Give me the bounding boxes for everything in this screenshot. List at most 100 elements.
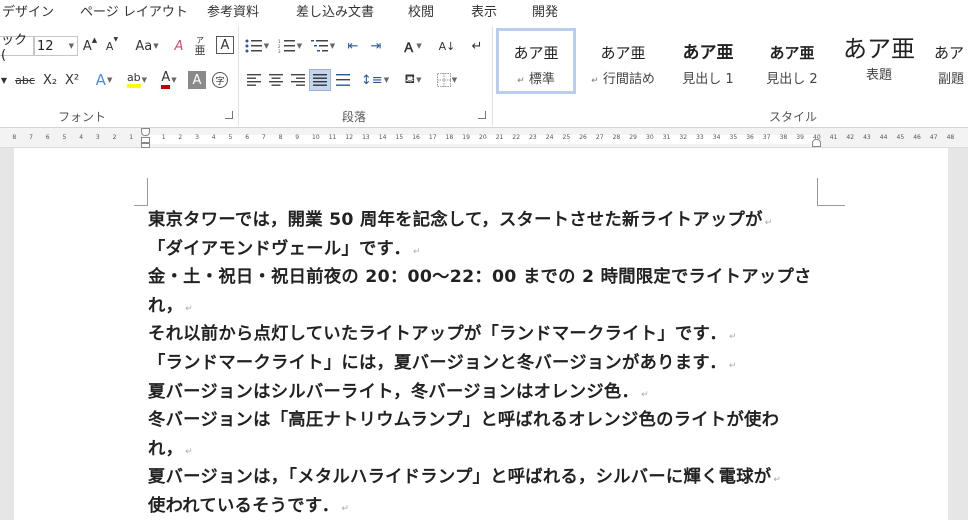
- align-left-button[interactable]: [244, 70, 264, 90]
- ruler-tick-label: 7: [261, 134, 266, 141]
- font-color-button[interactable]: A ▼: [155, 70, 183, 90]
- style-name: 行間詰め: [602, 72, 655, 87]
- ruler-tick-label: 7: [29, 134, 33, 141]
- tab-review[interactable]: 校閲: [408, 1, 434, 20]
- ruler-tick-label: 16: [412, 134, 420, 141]
- ruler-tick-label: 5: [62, 134, 67, 141]
- increase-indent-button[interactable]: ⇥: [366, 36, 386, 56]
- document-line[interactable]: 東京タワーでは，開業 50 周年を記念して，スタートさせた新ライトアップが ↵: [148, 206, 828, 235]
- line-text: 冬バージョンは「高圧ナトリウムランプ」と呼ばれるオレンジ色のライトが使わ: [148, 410, 780, 431]
- justify-button[interactable]: [309, 69, 331, 91]
- horizontal-ruler[interactable]: 8 7 6 5 4 3 2 1 1 2 3 4 5 6 7 8 9 10 11 12 13 14 15 16 17 18 19 20 2…: [0, 128, 968, 148]
- tab-references[interactable]: 参考資料: [207, 1, 259, 20]
- document-line[interactable]: 冬バージョンは「高圧ナトリウムランプ」と呼ばれるオレンジ色のライトが使わ: [148, 406, 828, 435]
- justify-icon: [313, 74, 327, 86]
- tab-mailings[interactable]: 差し込み文書: [296, 1, 374, 20]
- subscript-button[interactable]: X₂: [40, 70, 60, 90]
- styles-group-label: スタイル: [769, 110, 818, 124]
- tab-view[interactable]: 表示: [471, 1, 497, 20]
- ruler-tick-label: 11: [328, 134, 337, 141]
- crop-mark-top-right: [817, 178, 845, 206]
- paragraph-dialog-launcher-icon[interactable]: [478, 111, 486, 119]
- tab-developer[interactable]: 開発: [532, 1, 558, 20]
- character-border-button[interactable]: A: [216, 36, 234, 54]
- svg-text:3: 3: [278, 49, 281, 53]
- ruler-tick-label: 20: [479, 134, 487, 141]
- document-body[interactable]: 東京タワーでは，開業 50 周年を記念して，スタートさせた新ライトアップが ↵ 「ダ…: [148, 206, 828, 521]
- distributed-button[interactable]: [333, 70, 353, 90]
- document-line[interactable]: 使われているそうです． ↵: [148, 492, 828, 521]
- document-line[interactable]: れ， ↵: [148, 435, 828, 464]
- multilevel-list-button[interactable]: ▼: [308, 36, 338, 56]
- decrease-indent-button[interactable]: ⇤: [343, 36, 363, 56]
- borders-button[interactable]: ▼: [432, 70, 462, 90]
- font-name-value: ック (: [1, 33, 28, 63]
- document-line[interactable]: それ以前から点灯していたライトアップが「ランドマークライト」です． ↵: [148, 320, 828, 349]
- ruler-tick-label: 46: [913, 134, 921, 141]
- paragraph-mark-icon: ↵: [728, 360, 737, 371]
- ruler-tick-label: 35: [729, 134, 738, 141]
- right-indent-marker[interactable]: [812, 139, 821, 147]
- highlight-button[interactable]: ab ▼: [122, 70, 152, 90]
- paragraph-mark-icon: ↵: [413, 246, 421, 257]
- tab-page-layout[interactable]: ページ レイアウト: [80, 1, 188, 20]
- ruler-tick-label: 47: [929, 134, 938, 141]
- ruler-tick-label: 5: [228, 134, 233, 141]
- change-case-button[interactable]: Aa ▼: [130, 36, 164, 56]
- document-line[interactable]: 「ランドマークライト」には，夏バージョンと冬バージョンがあります． ↵: [148, 349, 828, 378]
- dropdown-caret[interactable]: ▼: [0, 70, 8, 90]
- document-line[interactable]: 夏バージョンはシルバーライト，冬バージョンはオレンジ色． ↵: [148, 378, 828, 407]
- style-normal[interactable]: あア亜 ↵ 標準: [496, 28, 576, 94]
- line-text: れ，: [148, 438, 184, 459]
- document-line[interactable]: 「ダイアモンドヴェール」です． ↵: [148, 235, 828, 264]
- character-shading-button[interactable]: A: [188, 71, 206, 89]
- bullets-icon: [245, 39, 262, 53]
- align-center-button[interactable]: [266, 70, 286, 90]
- ruler-tick-label: 41: [829, 134, 838, 141]
- shrink-font-button[interactable]: A ▼: [104, 36, 120, 56]
- numbering-button[interactable]: 1 2 3 ▼: [275, 36, 305, 56]
- document-line[interactable]: 金・土・祝日・祝日前夜の 20：00〜22：00 までの 2 時間限定でライトア…: [148, 263, 828, 292]
- document-line[interactable]: れ， ↵: [148, 292, 828, 321]
- style-subtitle[interactable]: あア 副題: [924, 28, 968, 94]
- align-right-button[interactable]: [288, 70, 308, 90]
- ruler-tick-label: 3: [195, 134, 199, 141]
- ruler-tick-label: 24: [545, 134, 554, 141]
- strikethrough-icon: abc: [15, 73, 35, 87]
- sort-icon: A↓: [438, 39, 456, 53]
- bullets-button[interactable]: ▼: [242, 36, 272, 56]
- multilevel-list-icon: [310, 40, 328, 52]
- sort-button[interactable]: A↓: [436, 36, 458, 56]
- style-preview: あア亜: [513, 44, 559, 62]
- font-name-combo[interactable]: ック (: [0, 33, 34, 63]
- strikethrough-button[interactable]: abc: [12, 70, 38, 90]
- font-dialog-launcher-icon[interactable]: [225, 111, 233, 119]
- ruler-tick-label: 43: [863, 134, 871, 141]
- document-line[interactable]: 夏バージョンは，「メタルハライドランプ」と呼ばれる，シルバーに輝く電球が ↵: [148, 463, 828, 492]
- style-title[interactable]: あア亜 表題: [835, 28, 923, 94]
- style-heading-1[interactable]: あア亜 見出し 1: [668, 28, 748, 94]
- shading-button[interactable]: ⛾ ▼: [398, 70, 428, 90]
- ruler-tick-label: 22: [512, 134, 521, 141]
- phonetic-guide-button[interactable]: ア 亜: [193, 34, 207, 58]
- enclose-characters-button[interactable]: 字: [210, 70, 230, 90]
- superscript-button[interactable]: X²: [62, 70, 82, 90]
- style-heading-2[interactable]: あア亜 見出し 2: [752, 28, 832, 94]
- asian-layout-button[interactable]: Ａ ▼: [396, 36, 428, 56]
- font-size-combo[interactable]: 12 ▼: [34, 36, 78, 56]
- paragraph-mark-icon: ↵: [591, 76, 599, 86]
- style-no-spacing[interactable]: あア亜 ↵ 行間詰め: [583, 28, 663, 94]
- line-spacing-button[interactable]: ↕≡ ▼: [360, 70, 390, 90]
- text-effects-button[interactable]: A ▼: [90, 70, 118, 90]
- clear-formatting-button[interactable]: A: [170, 36, 188, 56]
- paragraph-mark-icon: ↵: [185, 446, 194, 457]
- subscript-icon: X₂: [42, 72, 58, 88]
- show-marks-button[interactable]: ↵: [466, 36, 488, 56]
- grow-font-button[interactable]: A ▲: [82, 36, 98, 56]
- paragraph-mark-icon: ↵: [641, 389, 649, 400]
- tab-design[interactable]: デザイン: [2, 1, 54, 20]
- font-color-icon: A: [161, 71, 171, 89]
- ruler-tick-label: 17: [428, 134, 437, 141]
- ruler-tick-label: 6: [245, 134, 250, 141]
- first-line-indent-marker[interactable]: [141, 128, 150, 136]
